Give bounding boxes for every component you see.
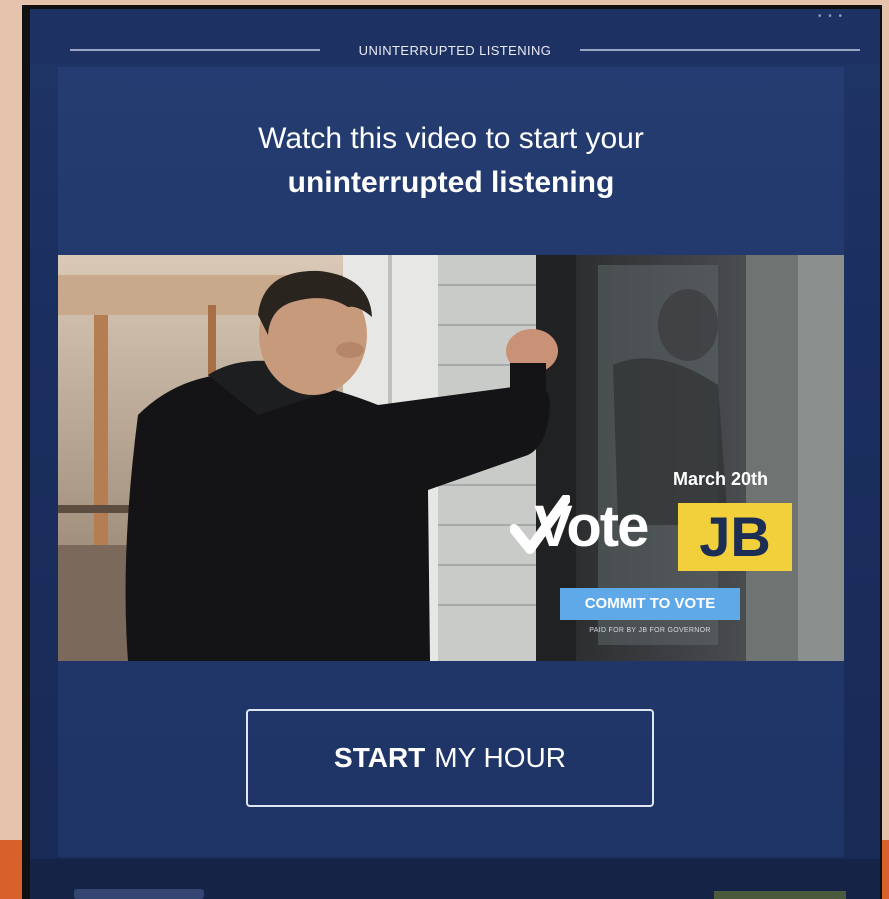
- commit-to-vote-button[interactable]: COMMIT TO VOTE: [560, 588, 740, 620]
- cta-bold-text: START: [334, 742, 426, 773]
- video-ad[interactable]: March 20th Vote JB COMMIT TO VOTE PAID F…: [58, 255, 844, 661]
- section-title: UNINTERRUPTED LISTENING: [30, 43, 880, 58]
- device-frame: UNINTERRUPTED LISTENING • • • Watch this…: [22, 5, 882, 899]
- headline-line-2: uninterrupted listening: [287, 166, 615, 199]
- promo-headline: Watch this video to start your uninterru…: [58, 117, 844, 205]
- cta-text: MY HOUR: [434, 742, 566, 773]
- app-screen: UNINTERRUPTED LISTENING • • • Watch this…: [30, 9, 880, 899]
- ad-paid-for: PAID FOR BY JB FOR GOVERNOR: [589, 627, 711, 634]
- ad-brand-vote: Vote: [534, 494, 649, 559]
- bottom-blurred-text: [74, 889, 204, 899]
- dots-icon: • • •: [817, 11, 844, 22]
- ad-date: March 20th: [673, 469, 769, 489]
- start-my-hour-button[interactable]: START MY HOUR: [246, 709, 654, 807]
- ad-brand-jb: JB: [678, 503, 792, 571]
- promo-panel: Watch this video to start your uninterru…: [58, 67, 844, 857]
- bottom-thumbnail: [714, 891, 846, 899]
- headline-line-1: Watch this video to start your: [258, 122, 644, 155]
